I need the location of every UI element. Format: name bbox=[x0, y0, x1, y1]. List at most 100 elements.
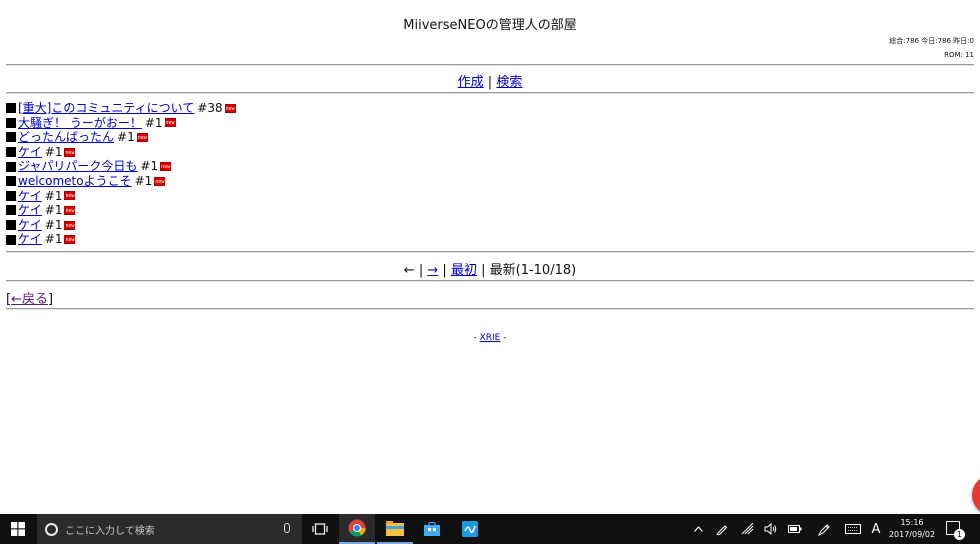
thread-reply-count: #1 bbox=[44, 232, 63, 247]
footer-suffix: - bbox=[500, 333, 507, 343]
taskbar-pen-app[interactable] bbox=[452, 514, 488, 544]
floating-action-button[interactable] bbox=[972, 475, 980, 515]
battery-button[interactable] bbox=[786, 514, 804, 544]
counter-rom: ROM: 11 bbox=[944, 51, 974, 59]
thread-link[interactable]: welcometoようこそ bbox=[18, 174, 132, 189]
thread-item: ケイ #1 new bbox=[6, 145, 236, 160]
ime-indicator[interactable]: A bbox=[868, 514, 884, 544]
new-badge-icon: new bbox=[164, 118, 176, 128]
back-nav: [←戻る] bbox=[6, 288, 53, 307]
thread-item: ケイ #1 new bbox=[6, 218, 236, 233]
cortana-circle-icon bbox=[45, 522, 58, 536]
thread-link[interactable]: ケイ bbox=[18, 203, 42, 218]
bullet-square-icon bbox=[6, 117, 16, 128]
pager-separator: | bbox=[418, 263, 424, 278]
task-view-icon bbox=[312, 523, 328, 535]
new-badge-icon: new bbox=[224, 103, 236, 113]
thread-item: welcometoようこそ #1 new bbox=[6, 174, 236, 189]
bullet-square-icon bbox=[6, 161, 16, 172]
pager-prev-disabled: ← bbox=[403, 263, 415, 278]
taskbar-store[interactable] bbox=[414, 514, 450, 544]
ink-workspace-button[interactable] bbox=[815, 514, 833, 544]
clock-date: 2017/09/02 bbox=[888, 530, 936, 539]
new-badge-icon: new bbox=[64, 147, 76, 157]
folder-icon bbox=[386, 520, 404, 536]
new-badge-icon: new bbox=[160, 162, 172, 172]
thread-reply-count: #1 bbox=[144, 115, 163, 130]
ink-pen-icon bbox=[817, 523, 830, 536]
pen-workspace-button[interactable] bbox=[713, 514, 731, 544]
thread-link[interactable]: 大騒ぎ！ うーがおー！ bbox=[18, 116, 142, 131]
pagination: ← | → | 最初 | 最新(1-10/18) bbox=[0, 259, 980, 278]
thread-reply-count: #38 bbox=[197, 101, 223, 115]
new-badge-icon: new bbox=[154, 176, 166, 186]
new-badge-icon: new bbox=[136, 132, 148, 142]
page-title: MiiverseNEOの管理人の部屋 bbox=[403, 18, 577, 33]
footer-xrie-link[interactable]: XRIE bbox=[480, 333, 501, 343]
back-link[interactable]: ←戻る bbox=[11, 292, 48, 307]
windows-logo-icon bbox=[11, 522, 25, 536]
thread-item: ケイ #1 new bbox=[6, 189, 236, 204]
keyboard-icon bbox=[845, 524, 861, 534]
task-view-button[interactable] bbox=[305, 514, 335, 544]
chevron-up-icon bbox=[693, 526, 703, 532]
taskbar-clock[interactable]: 15:16 2017/09/02 bbox=[884, 517, 940, 541]
taskbar-chrome[interactable] bbox=[339, 514, 375, 544]
start-button[interactable] bbox=[0, 514, 36, 544]
back-bracket-close: ] bbox=[47, 292, 54, 307]
thread-item: 大騒ぎ！ うーがおー！ #1 new bbox=[6, 116, 236, 131]
bullet-square-icon bbox=[6, 103, 16, 114]
create-link[interactable]: 作成 bbox=[458, 75, 484, 90]
access-counter: 総合:786 今日:786 昨日:0 ROM: 11 bbox=[889, 34, 974, 62]
speaker-icon bbox=[764, 523, 776, 535]
thread-link[interactable]: [重大]このコミュニティについて bbox=[18, 101, 194, 116]
touch-keyboard-button[interactable] bbox=[843, 514, 863, 544]
taskbar-search-box[interactable]: ここに入力して検索 bbox=[37, 514, 302, 544]
search-link[interactable]: 検索 bbox=[496, 75, 522, 90]
thread-link[interactable]: ケイ bbox=[18, 232, 42, 247]
chrome-icon bbox=[348, 519, 366, 537]
thread-reply-count: #1 bbox=[44, 203, 63, 218]
microphone-icon[interactable] bbox=[284, 523, 290, 533]
pager-latest-status: 最新(1-10/18) bbox=[489, 263, 577, 278]
thread-reply-count: #1 bbox=[44, 188, 63, 203]
divider-nav bbox=[6, 92, 974, 94]
new-badge-icon: new bbox=[64, 205, 76, 215]
divider-list bbox=[6, 251, 974, 253]
thread-reply-count: #1 bbox=[140, 159, 159, 174]
windows-taskbar: ここに入力して検索 A 15:16 2017/09/02 1 bbox=[0, 514, 980, 544]
thread-link[interactable]: ケイ bbox=[18, 145, 42, 160]
bullet-square-icon bbox=[6, 132, 16, 143]
pager-next-link[interactable]: → bbox=[427, 263, 438, 278]
bullet-square-icon bbox=[6, 147, 16, 158]
thread-list: [重大]このコミュニティについて #38 new 大騒ぎ！ うーがおー！ #1 new … bbox=[6, 101, 236, 247]
pager-first-link[interactable]: 最初 bbox=[451, 263, 477, 278]
taskbar-file-explorer[interactable] bbox=[377, 514, 413, 544]
bullet-square-icon bbox=[6, 176, 16, 187]
search-placeholder: ここに入力して検索 bbox=[65, 525, 155, 537]
clock-time: 15:16 bbox=[900, 518, 924, 527]
thread-reply-count: #1 bbox=[44, 217, 63, 232]
network-button[interactable] bbox=[738, 514, 756, 544]
show-hidden-icons-button[interactable] bbox=[689, 514, 707, 544]
nav-links: 作成 | 検索 bbox=[0, 71, 980, 90]
thread-link[interactable]: ジャパリパーク今日も bbox=[18, 159, 137, 174]
bullet-square-icon bbox=[6, 205, 16, 216]
bullet-square-icon bbox=[6, 234, 16, 245]
counter-totals: 総合:786 今日:786 昨日:0 bbox=[889, 37, 974, 45]
pen-app-icon bbox=[462, 521, 478, 537]
thread-reply-count: #1 bbox=[134, 173, 153, 188]
thread-link[interactable]: ケイ bbox=[18, 189, 42, 204]
thread-item: ケイ #1 new bbox=[6, 232, 236, 247]
bullet-square-icon bbox=[6, 190, 16, 201]
action-center-button[interactable]: 1 bbox=[946, 521, 965, 540]
thread-link[interactable]: どったんばったん bbox=[18, 130, 114, 145]
thread-item: ケイ #1 new bbox=[6, 203, 236, 218]
new-badge-icon: new bbox=[64, 191, 76, 201]
footer: - XRIE - bbox=[0, 333, 980, 343]
thread-link[interactable]: ケイ bbox=[18, 218, 42, 233]
volume-button[interactable] bbox=[761, 514, 779, 544]
thread-reply-count: #1 bbox=[44, 144, 63, 159]
pen-tray-icon bbox=[716, 525, 728, 535]
nav-separator: | bbox=[487, 75, 493, 90]
